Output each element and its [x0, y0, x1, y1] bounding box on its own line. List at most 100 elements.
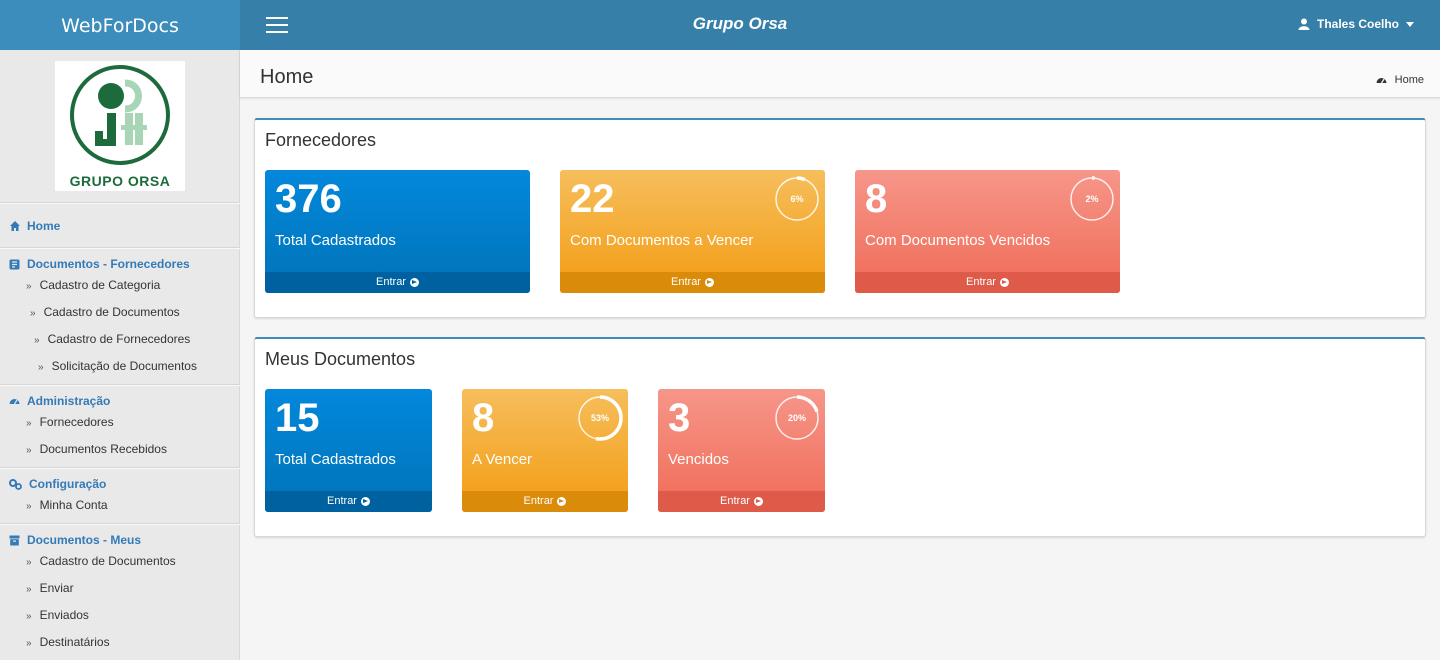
stat-card-documentos-a-vencer: 22 Com Documentos a Vencer 6% Entrar: [560, 170, 825, 293]
percent-ring: 20%: [774, 395, 820, 441]
sidebar-item-enviar[interactable]: » Enviar: [26, 581, 74, 595]
enter-button[interactable]: Entrar: [855, 272, 1120, 293]
enter-button[interactable]: Entrar: [560, 272, 825, 293]
double-chevron-icon: »: [26, 557, 32, 568]
sidebar-item-label: Cadastro de Fornecedores: [47, 332, 191, 346]
panel-meus-documentos: Meus Documentos 15 Total Cadastrados Ent…: [254, 337, 1426, 537]
company-name: Grupo Orsa: [692, 14, 788, 33]
sidebar-item-solicitacao-documentos[interactable]: » Solicitação de Documentos: [38, 359, 197, 373]
sidebar-item-cadastro-categoria[interactable]: » Cadastro de Categoria: [26, 278, 160, 292]
stat-label: Total Cadastrados: [275, 232, 396, 249]
panel-title: Fornecedores: [265, 130, 377, 150]
sidebar-item-enviados[interactable]: » Enviados: [26, 608, 89, 622]
stat-card-total-cadastrados: 376 Total Cadastrados Entrar: [265, 170, 530, 293]
arrow-circle-right-icon: [999, 278, 1009, 287]
stat-card-vencidos: 3 Vencidos 20% Entrar: [658, 389, 825, 512]
percent-text: 6%: [790, 194, 804, 204]
logo-text: GRUPO ORSA: [69, 173, 171, 189]
arrow-circle-right-icon: [753, 497, 763, 506]
logo-emblem-icon: [70, 65, 170, 165]
dashboard-icon: [1376, 78, 1387, 84]
stat-card-a-vencer: 8 A Vencer 53% Entrar: [462, 389, 628, 512]
dashboard-icon: [9, 399, 20, 405]
stat-value: 15: [275, 396, 320, 440]
sidebar-section-label: Configuração: [29, 477, 107, 491]
sidebar-item-fornecedores[interactable]: » Fornecedores: [26, 415, 114, 429]
stat-value: 8: [865, 177, 888, 221]
sidebar-item-label: Enviar: [39, 581, 74, 595]
sidebar-item-meus-cadastro-documentos[interactable]: » Cadastro de Documentos: [26, 554, 176, 568]
enter-label: Entrar: [671, 276, 701, 288]
sidebar-item-documentos-recebidos[interactable]: » Documentos Recebidos: [26, 442, 167, 456]
panel-title: Meus Documentos: [265, 349, 416, 369]
sidebar-section-documentos-meus[interactable]: Documentos - Meus: [9, 533, 141, 547]
sidebar: GRUPO ORSA Home Documentos - Fornecedore…: [0, 50, 240, 660]
percent-ring: 6%: [774, 176, 820, 222]
percent-ring: 53%: [577, 395, 623, 441]
breadcrumb-home-link[interactable]: Home: [1395, 74, 1424, 86]
double-chevron-icon: »: [26, 584, 32, 595]
enter-button[interactable]: Entrar: [462, 491, 628, 512]
stat-label: Com Documentos a Vencer: [570, 232, 754, 249]
company-logo: GRUPO ORSA: [55, 61, 185, 191]
sidebar-item-destinatarios[interactable]: » Destinatários: [26, 635, 110, 649]
percent-text: 2%: [1085, 194, 1099, 204]
double-chevron-icon: »: [26, 638, 32, 649]
enter-label: Entrar: [523, 495, 554, 507]
enter-button[interactable]: Entrar: [658, 491, 825, 512]
sidebar-section-label: Documentos - Fornecedores: [27, 257, 190, 271]
stat-value: 8: [472, 396, 495, 440]
stat-card-total-cadastrados: 15 Total Cadastrados Entrar: [265, 389, 432, 512]
sidebar-section-label: Documentos - Meus: [27, 533, 142, 547]
page-title: Home: [260, 66, 314, 88]
sidebar-item-label: Fornecedores: [39, 415, 114, 429]
user-menu[interactable]: Thales Coelho: [1298, 17, 1414, 31]
stat-label: Vencidos: [668, 451, 729, 468]
stat-label: Com Documentos Vencidos: [865, 232, 1051, 249]
sidebar-item-label: Cadastro de Documentos: [43, 305, 180, 319]
panel-fornecedores: Fornecedores 376 Total Cadastrados Entra…: [254, 118, 1426, 318]
double-chevron-icon: »: [34, 335, 40, 346]
sidebar-item-label: Documentos Recebidos: [39, 442, 167, 456]
sidebar-item-label: Minha Conta: [39, 498, 108, 512]
sidebar-section-documentos-fornecedores[interactable]: Documentos - Fornecedores: [9, 257, 190, 271]
enter-button[interactable]: Entrar: [265, 272, 530, 293]
sidebar-item-label: Cadastro de Categoria: [39, 278, 161, 292]
double-chevron-icon: »: [26, 445, 32, 456]
arrow-circle-right-icon: [409, 278, 419, 287]
sidebar-item-label: Home: [27, 219, 61, 233]
sidebar-item-label: Cadastro de Documentos: [39, 554, 176, 568]
sidebar-item-minha-conta[interactable]: » Minha Conta: [26, 498, 108, 512]
percent-text: 53%: [590, 413, 609, 423]
sidebar-section-administracao[interactable]: Administração: [9, 394, 110, 408]
sidebar-item-cadastro-fornecedores[interactable]: » Cadastro de Fornecedores: [34, 332, 190, 346]
percent-ring: 2%: [1069, 176, 1115, 222]
sidebar-item-cadastro-documentos[interactable]: » Cadastro de Documentos: [30, 305, 180, 319]
enter-label: Entrar: [327, 495, 357, 507]
stat-value: 376: [275, 177, 342, 221]
breadcrumb: Home: [1376, 74, 1424, 86]
sidebar-section-configuracao[interactable]: Configuração: [9, 477, 106, 491]
enter-button[interactable]: Entrar: [265, 491, 432, 512]
sidebar-item-label: Solicitação de Documentos: [51, 359, 197, 373]
top-navbar: WebForDocs Grupo Orsa Thales Coelho: [0, 0, 1440, 50]
arrow-circle-right-icon: [360, 497, 370, 506]
stat-label: A Vencer: [472, 451, 533, 468]
double-chevron-icon: »: [26, 281, 32, 292]
sidebar-item-home[interactable]: Home: [10, 219, 60, 233]
stat-value: 3: [668, 396, 691, 440]
enter-label: Entrar: [720, 495, 750, 507]
double-chevron-icon: »: [26, 418, 32, 429]
double-chevron-icon: »: [26, 611, 32, 622]
double-chevron-icon: »: [30, 308, 36, 319]
sidebar-section-label: Administração: [27, 394, 111, 408]
content-header: Home Home: [240, 50, 1440, 98]
sidebar-item-label: Enviados: [39, 608, 89, 622]
archive-icon: [9, 535, 20, 545]
double-chevron-icon: »: [26, 501, 32, 512]
gears-icon: [9, 478, 22, 490]
stat-label: Total Cadastrados: [275, 451, 396, 468]
stat-value: 22: [570, 177, 615, 221]
sidebar-item-label: Destinatários: [39, 635, 110, 649]
enter-label: Entrar: [376, 276, 406, 288]
